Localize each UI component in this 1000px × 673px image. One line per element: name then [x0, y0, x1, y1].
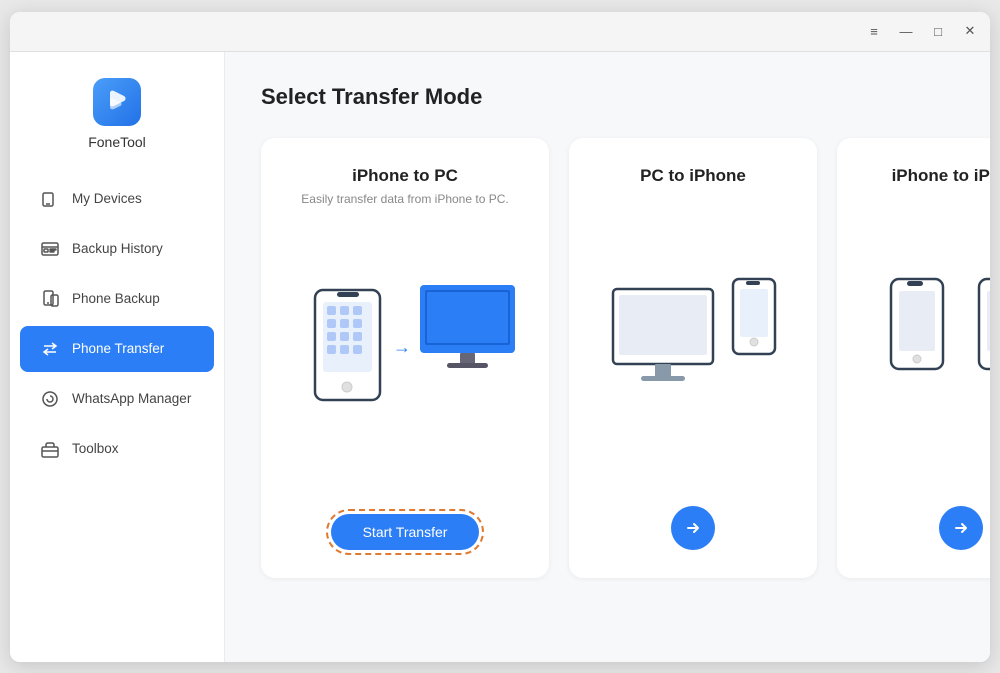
pc-to-iphone-arrow-button[interactable] [671, 506, 715, 550]
logo-area: FoneTool [10, 62, 224, 174]
card-pc-to-iphone-illustration [593, 216, 793, 482]
card-iphone-to-pc-subtitle: Easily transfer data from iPhone to PC. [301, 192, 508, 206]
sidebar-item-whatsapp-manager[interactable]: WhatsApp Manager [20, 376, 214, 422]
card-iphone-to-pc-action: Start Transfer [331, 514, 480, 550]
iphone-to-iphone-arrow-button[interactable] [939, 506, 983, 550]
transfer-icon [40, 339, 60, 359]
sidebar-item-backup-history[interactable]: Backup History [20, 226, 214, 272]
sidebar-label-backup-history: Backup History [72, 241, 163, 256]
titlebar: ≡ — □ ✕ [10, 12, 990, 52]
cards-row: iPhone to PC Easily transfer data from i… [261, 138, 954, 578]
toolbox-icon [40, 439, 60, 459]
app-window: ≡ — □ ✕ FoneTool [10, 12, 990, 662]
app-logo [93, 78, 141, 126]
whatsapp-icon [40, 389, 60, 409]
sidebar-label-my-devices: My Devices [72, 191, 142, 206]
sidebar-item-toolbox[interactable]: Toolbox [20, 426, 214, 472]
card-iphone-to-iphone-illustration [861, 216, 990, 482]
menu-icon[interactable]: ≡ [866, 23, 882, 39]
page-title: Select Transfer Mode [261, 84, 954, 110]
app-body: FoneTool My Devices [10, 52, 990, 662]
card-pc-to-iphone-action [671, 506, 715, 550]
sidebar: FoneTool My Devices [10, 52, 225, 662]
device-icon [40, 189, 60, 209]
app-name: FoneTool [88, 134, 146, 150]
card-pc-to-iphone: PC to iPhone [569, 138, 817, 578]
card-pc-to-iphone-title: PC to iPhone [640, 166, 746, 186]
phone-backup-icon [40, 289, 60, 309]
start-transfer-button[interactable]: Start Transfer [331, 514, 480, 550]
svg-text:→: → [393, 337, 411, 357]
card-iphone-to-pc: iPhone to PC Easily transfer data from i… [261, 138, 549, 578]
card-iphone-to-iphone-action [939, 506, 983, 550]
minimize-button[interactable]: — [898, 23, 914, 39]
sidebar-item-my-devices[interactable]: My Devices [20, 176, 214, 222]
card-iphone-to-iphone-title: iPhone to iPhone [892, 166, 990, 186]
sidebar-label-toolbox: Toolbox [72, 441, 119, 456]
main-content: Select Transfer Mode iPhone to PC Easily… [225, 52, 990, 662]
backup-icon [40, 239, 60, 259]
sidebar-item-phone-backup[interactable]: Phone Backup [20, 276, 214, 322]
sidebar-label-whatsapp-manager: WhatsApp Manager [72, 391, 191, 406]
sidebar-label-phone-transfer: Phone Transfer [72, 341, 164, 356]
card-iphone-to-iphone: iPhone to iPhone [837, 138, 990, 578]
maximize-button[interactable]: □ [930, 23, 946, 39]
card-iphone-to-pc-title: iPhone to PC [352, 166, 458, 186]
close-button[interactable]: ✕ [962, 23, 978, 39]
card-iphone-to-pc-illustration: → [285, 230, 525, 490]
sidebar-item-phone-transfer[interactable]: Phone Transfer [20, 326, 214, 372]
sidebar-label-phone-backup: Phone Backup [72, 291, 160, 306]
